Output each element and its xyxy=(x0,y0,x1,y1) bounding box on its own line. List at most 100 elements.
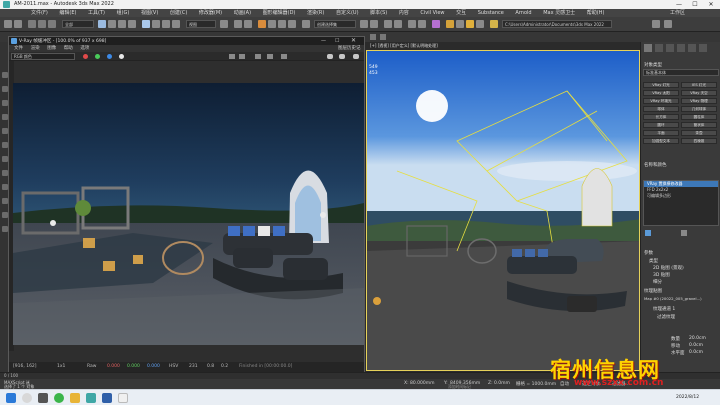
pin-icon[interactable] xyxy=(353,54,359,59)
vray-sky-button[interactable]: VRay 天空 xyxy=(681,90,717,96)
menu-file[interactable]: 文件(F) xyxy=(26,9,53,17)
torus-button[interactable]: 圆环 xyxy=(643,122,679,128)
channel-select[interactable]: RGB 颜色 xyxy=(11,53,75,60)
wechat-icon[interactable] xyxy=(54,393,64,403)
text-plus-button[interactable]: 加强型文本 xyxy=(643,138,679,144)
red-channel-icon[interactable] xyxy=(83,54,88,59)
select-manipulate-icon[interactable] xyxy=(234,20,242,28)
scene-explorer-icon[interactable] xyxy=(380,34,386,40)
menu-max-inspire[interactable]: Max 灵感卫士 xyxy=(538,9,580,17)
render-production-icon[interactable] xyxy=(466,20,474,28)
minimize-button[interactable]: — xyxy=(672,0,686,9)
project-path-field[interactable]: C:\Users\Administrator\Documents\3ds Max… xyxy=(502,20,612,28)
close-button[interactable]: ✕ xyxy=(704,0,718,9)
amount-value[interactable]: 20.0cm xyxy=(689,336,706,341)
render-iterative-icon[interactable] xyxy=(476,20,484,28)
display-tab-icon[interactable] xyxy=(688,44,696,52)
render-region-icon[interactable] xyxy=(267,54,273,59)
menu-scripting[interactable]: 脚本(S) xyxy=(365,9,392,17)
box-button[interactable]: 长方体 xyxy=(643,114,679,120)
link-icon[interactable] xyxy=(28,20,36,28)
vfb-maximize-button[interactable]: ☐ xyxy=(335,38,339,44)
scale-icon[interactable] xyxy=(162,20,170,28)
alpha-channel-icon[interactable] xyxy=(119,54,124,59)
vfb-menu-image[interactable]: 图像 xyxy=(44,45,59,52)
sign-in-icon[interactable] xyxy=(652,20,660,28)
teapot-button[interactable]: 茶壶 xyxy=(681,130,717,136)
tube-button[interactable]: 管状体 xyxy=(681,122,717,128)
unlink-icon[interactable] xyxy=(38,20,46,28)
utilities-tab-icon[interactable] xyxy=(699,44,707,52)
menu-substance[interactable]: Substance xyxy=(473,9,509,17)
hierarchy-tab-icon[interactable] xyxy=(666,44,674,52)
window-crossing-icon[interactable] xyxy=(128,20,136,28)
menu-modifiers[interactable]: 修改器(M) xyxy=(194,9,227,17)
menu-help[interactable]: 帮助(H) xyxy=(582,9,610,17)
modify-tab-icon[interactable] xyxy=(655,44,663,52)
category-select[interactable]: 标准基本体 xyxy=(643,69,719,76)
vray-sun-button[interactable]: VRay 太阳 xyxy=(643,90,679,96)
task-view-icon[interactable] xyxy=(38,393,48,403)
ies-light-button[interactable]: IES 灯光 xyxy=(681,82,717,88)
mirror-icon[interactable] xyxy=(360,20,368,28)
menu-edit[interactable]: 编辑(E) xyxy=(54,9,81,17)
vfb-minimize-button[interactable]: — xyxy=(321,38,326,44)
remove-modifier-icon[interactable] xyxy=(681,230,687,236)
rendered-frame-window-icon[interactable] xyxy=(456,20,464,28)
material-editor-icon[interactable] xyxy=(432,20,440,28)
workspace-icon[interactable] xyxy=(664,20,672,28)
menu-animation[interactable]: 动画(A) xyxy=(229,9,256,17)
bind-space-warp-icon[interactable] xyxy=(48,20,56,28)
perspective-viewport[interactable]: 549 453 xyxy=(366,50,640,371)
sphere-button[interactable]: 球体 xyxy=(643,106,679,112)
layers-icon[interactable] xyxy=(370,34,376,40)
vfb-menu-options[interactable]: 选项 xyxy=(77,45,92,52)
menu-content[interactable]: 内容 xyxy=(394,9,414,17)
vfb-menu-render[interactable]: 渲染 xyxy=(28,45,43,52)
align-icon[interactable] xyxy=(370,20,378,28)
tex-map-button[interactable]: Map #0 (20022_005_gravel...) xyxy=(644,296,702,301)
pyramid-button[interactable]: 四棱锥 xyxy=(681,138,717,144)
render-icon[interactable] xyxy=(281,54,287,59)
rendered-image[interactable] xyxy=(13,83,364,345)
pin-stack-icon[interactable] xyxy=(645,230,651,236)
snaps-toggle-icon[interactable] xyxy=(258,20,266,28)
vray-ambient-button[interactable]: VRay 环境光 xyxy=(643,98,679,104)
menu-tools[interactable]: 工具(T) xyxy=(83,9,110,17)
project-folder-icon[interactable] xyxy=(490,20,498,28)
rotate-icon[interactable] xyxy=(152,20,160,28)
search-icon[interactable] xyxy=(22,393,32,403)
vfb-close-button[interactable]: ✕ xyxy=(351,37,356,44)
vray-physical-button[interactable]: VRay 物理 xyxy=(681,98,717,104)
percent-snap-icon[interactable] xyxy=(278,20,286,28)
vfb-menu-file[interactable]: 文件 xyxy=(11,45,26,52)
move-icon[interactable] xyxy=(142,20,150,28)
cylinder-button[interactable]: 圆柱体 xyxy=(681,114,717,120)
stop-render-icon[interactable] xyxy=(339,54,345,59)
menu-civil-view[interactable]: Civil View xyxy=(415,9,449,17)
blue-channel-icon[interactable] xyxy=(107,54,112,59)
filter-texture-check[interactable]: 过滤纹理 xyxy=(657,314,675,320)
layer-explorer-icon[interactable] xyxy=(384,20,392,28)
menu-customize[interactable]: 自定义(U) xyxy=(331,9,364,17)
menu-interactive[interactable]: 交互 xyxy=(451,9,471,17)
motion-tab-icon[interactable] xyxy=(677,44,685,52)
stack-item[interactable]: 可编辑多边形 xyxy=(644,193,718,199)
plane-button[interactable]: 平面 xyxy=(643,130,679,136)
save-image-icon[interactable] xyxy=(229,54,235,59)
geosphere-button[interactable]: 几何球体 xyxy=(681,106,717,112)
menu-group[interactable]: 组(G) xyxy=(112,9,135,17)
vray-taskbar-icon[interactable] xyxy=(102,393,112,403)
vfb-menu-help[interactable]: 帮助 xyxy=(61,45,76,52)
vray-light-button[interactable]: VRay 灯光 xyxy=(643,82,679,88)
viewport-label[interactable]: [+] [透视] [用户定义] [默认明暗处理] xyxy=(370,43,438,49)
angle-snap-icon[interactable] xyxy=(268,20,276,28)
menu-rendering[interactable]: 渲染(R) xyxy=(302,9,329,17)
menu-create[interactable]: 创建(C) xyxy=(165,9,192,17)
app-taskbar-icon[interactable] xyxy=(118,393,128,403)
schematic-view-icon[interactable] xyxy=(418,20,426,28)
menu-graph-editors[interactable]: 图形编辑器(D) xyxy=(258,9,301,17)
param-2d-map[interactable]: 2D 贴图 (景观) xyxy=(653,265,684,271)
named-selection-set-select[interactable]: 创建选择集 xyxy=(314,20,356,28)
select-object-icon[interactable] xyxy=(98,20,106,28)
